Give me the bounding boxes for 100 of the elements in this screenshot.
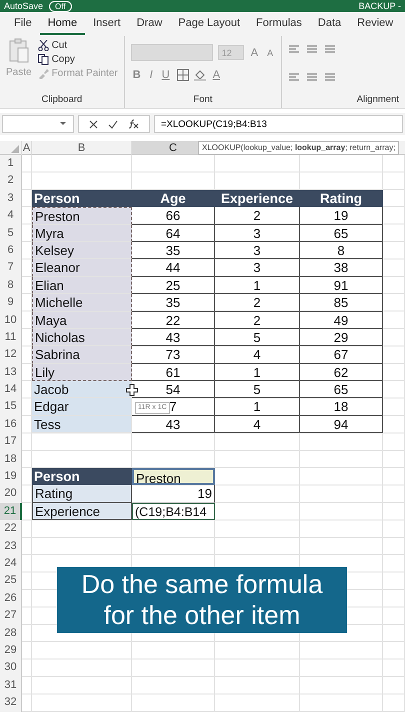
row-number[interactable]: 9 <box>0 294 22 312</box>
row-number[interactable]: 24 <box>0 554 22 572</box>
font-name-field[interactable] <box>130 44 213 61</box>
fill-color-icon[interactable] <box>194 69 206 81</box>
table-cell: 1 <box>215 364 300 382</box>
group-label: Alignment <box>356 94 399 107</box>
table-cell: 35 <box>132 242 215 260</box>
row-number[interactable]: 32 <box>0 694 22 712</box>
formula-field[interactable]: =XLOOKUP(C19;B4:B13 <box>154 115 403 133</box>
table-cell: 62 <box>300 364 383 382</box>
row-number[interactable]: 15 <box>0 398 22 416</box>
table-cell: Rating <box>32 485 132 503</box>
row-number[interactable]: 29 <box>0 642 22 660</box>
cut-icon <box>38 40 49 51</box>
row-number[interactable]: 27 <box>0 607 22 625</box>
row-number[interactable]: 11 <box>0 328 22 346</box>
table-cell: 22 <box>132 312 215 329</box>
row-number[interactable]: 12 <box>0 346 22 364</box>
row-number[interactable]: 25 <box>0 572 22 590</box>
table-cell: Myra <box>32 224 132 242</box>
cursor-icon <box>126 384 138 396</box>
table-cell: 4 <box>215 416 300 434</box>
table-cell: Michelle <box>32 294 132 312</box>
table-cell: 61 <box>132 364 215 382</box>
row-number[interactable]: 28 <box>0 624 22 642</box>
align-icon[interactable] <box>324 72 336 81</box>
align-icon[interactable] <box>288 72 300 81</box>
table-cell: 43 <box>132 328 215 346</box>
table-cell: 65 <box>300 224 383 242</box>
table-cell: Preston <box>32 207 132 225</box>
table-cell: 19 <box>300 207 383 225</box>
row-number[interactable]: 8 <box>0 276 22 294</box>
table-cell: 73 <box>132 346 215 364</box>
table-cell: 2 <box>215 294 300 312</box>
row-number[interactable]: 18 <box>0 450 22 468</box>
row-number[interactable]: 13 <box>0 364 22 382</box>
ribbon-tab[interactable]: Formulas <box>248 13 310 35</box>
column-header[interactable]: A <box>22 141 32 155</box>
ribbon-tab[interactable]: Draw <box>128 13 170 35</box>
row-number[interactable]: 7 <box>0 259 22 277</box>
function-icon[interactable] <box>128 119 139 129</box>
dropdown-icon[interactable] <box>59 121 67 127</box>
table-header: Age <box>132 190 215 208</box>
row-number[interactable]: 26 <box>0 590 22 608</box>
row-number[interactable]: 31 <box>0 676 22 694</box>
lookup-value-cell: Preston <box>132 468 215 486</box>
ribbon-tab[interactable]: Page Layout <box>170 13 248 35</box>
row-number[interactable]: 2 <box>0 172 22 190</box>
table-cell: 4 <box>215 346 300 364</box>
row-number[interactable]: 5 <box>0 224 22 242</box>
table-cell: Lily <box>32 364 132 382</box>
ribbon-tab[interactable]: Insert <box>85 13 129 35</box>
borders-icon[interactable] <box>176 69 189 81</box>
copy-button[interactable]: Copy <box>38 54 118 65</box>
ribbon-tab[interactable]: File <box>6 13 40 35</box>
table-cell: 67 <box>300 346 383 364</box>
table-header: Person <box>32 190 132 208</box>
check-icon[interactable] <box>108 120 118 128</box>
table-cell: Sabrina <box>32 346 132 364</box>
table-cell: 3 <box>215 242 300 260</box>
row-number[interactable]: 6 <box>0 242 22 260</box>
row-number[interactable]: 4 <box>0 207 22 225</box>
brush-icon <box>38 68 49 79</box>
table-cell: Maya <box>32 312 132 329</box>
ribbon-tab[interactable]: Review <box>349 13 402 35</box>
row-number[interactable]: 22 <box>0 520 22 538</box>
row-number[interactable]: 14 <box>0 381 22 398</box>
table-cell: Nicholas <box>32 328 132 346</box>
table-cell: 43 <box>132 416 215 434</box>
align-icon[interactable] <box>324 44 336 53</box>
align-icon[interactable] <box>306 44 318 53</box>
table-cell: 19 <box>132 485 215 503</box>
active-cell[interactable]: (C19;B4:B14 <box>132 502 215 520</box>
table-cell: 3 <box>215 224 300 242</box>
ribbon-tab[interactable]: Data <box>310 13 350 35</box>
table-cell: Tess <box>32 416 132 434</box>
table-cell: 29 <box>300 328 383 346</box>
cancel-icon[interactable] <box>89 120 98 128</box>
row-number[interactable]: 21 <box>0 502 22 520</box>
align-icon[interactable] <box>306 72 318 81</box>
align-icon[interactable] <box>288 44 300 53</box>
table-cell: 2 <box>215 312 300 329</box>
row-number[interactable]: 10 <box>0 312 22 329</box>
table-cell: Eleanor <box>32 259 132 277</box>
row-number[interactable]: 3 <box>0 190 22 208</box>
table-header: Experience <box>215 190 300 208</box>
cut-button[interactable]: Cut <box>38 40 118 51</box>
row-number[interactable]: 20 <box>0 485 22 503</box>
row-number[interactable]: 30 <box>0 659 22 677</box>
table-header: Person <box>32 468 132 486</box>
table-cell: Jacob <box>32 381 132 398</box>
table-cell: 2 <box>215 207 300 225</box>
row-number[interactable]: 16 <box>0 416 22 434</box>
row-number[interactable]: 17 <box>0 433 22 451</box>
row-number[interactable]: 23 <box>0 538 22 555</box>
row-number[interactable]: 1 <box>0 155 22 172</box>
copy-icon <box>38 54 49 65</box>
table-cell: 3 <box>215 259 300 277</box>
table-cell: 65 <box>300 381 383 398</box>
row-number[interactable]: 19 <box>0 468 22 486</box>
